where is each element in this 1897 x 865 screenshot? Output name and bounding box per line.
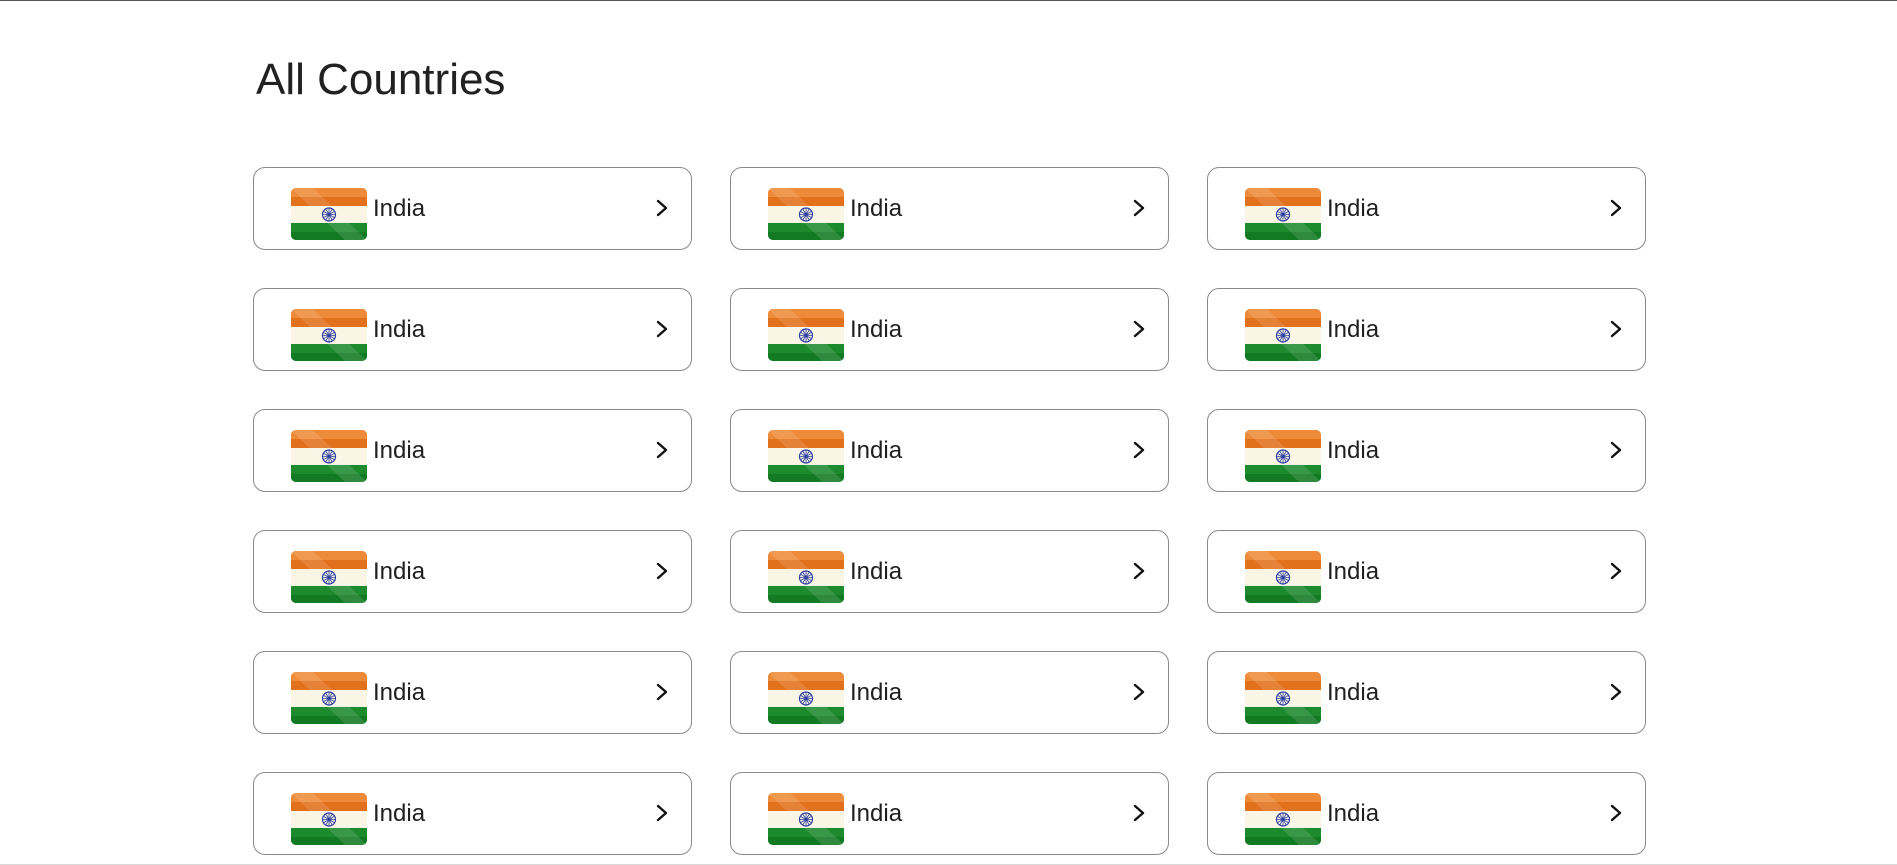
india-flag-icon xyxy=(291,793,367,845)
country-card[interactable]: India xyxy=(1207,530,1646,613)
chevron-right-icon[interactable] xyxy=(1128,680,1150,704)
india-flag-icon xyxy=(291,551,367,603)
countries-page: All Countries India India India India In… xyxy=(0,0,1897,865)
country-name: India xyxy=(373,800,426,827)
country-card[interactable]: India xyxy=(1207,167,1646,250)
chevron-right-icon[interactable] xyxy=(1128,196,1150,220)
country-card[interactable]: India xyxy=(1207,651,1646,734)
country-name: India xyxy=(373,195,426,222)
india-flag-icon xyxy=(768,188,844,240)
country-name: India xyxy=(850,316,903,343)
country-name: India xyxy=(850,437,903,464)
country-card[interactable]: India xyxy=(730,530,1169,613)
chevron-right-icon[interactable] xyxy=(651,801,673,825)
country-card[interactable]: India xyxy=(730,167,1169,250)
chevron-right-icon[interactable] xyxy=(651,559,673,583)
country-grid: India India India India India India Indi… xyxy=(253,167,1646,855)
chevron-right-icon[interactable] xyxy=(1605,438,1627,462)
country-name: India xyxy=(850,558,903,585)
india-flag-icon xyxy=(291,188,367,240)
country-card[interactable]: India xyxy=(253,409,692,492)
country-card[interactable]: India xyxy=(730,772,1169,855)
india-flag-icon xyxy=(1245,309,1321,361)
chevron-right-icon[interactable] xyxy=(1128,317,1150,341)
country-name: India xyxy=(1327,316,1380,343)
chevron-right-icon[interactable] xyxy=(1605,680,1627,704)
chevron-right-icon[interactable] xyxy=(1128,438,1150,462)
country-name: India xyxy=(1327,437,1380,464)
india-flag-icon xyxy=(768,551,844,603)
country-name: India xyxy=(1327,195,1380,222)
country-card[interactable]: India xyxy=(730,651,1169,734)
country-card[interactable]: India xyxy=(253,772,692,855)
country-name: India xyxy=(850,195,903,222)
country-card[interactable]: India xyxy=(1207,288,1646,371)
chevron-right-icon[interactable] xyxy=(651,438,673,462)
chevron-right-icon[interactable] xyxy=(1605,196,1627,220)
india-flag-icon xyxy=(1245,188,1321,240)
india-flag-icon xyxy=(291,309,367,361)
country-name: India xyxy=(850,800,903,827)
country-card[interactable]: India xyxy=(1207,409,1646,492)
chevron-right-icon[interactable] xyxy=(651,317,673,341)
india-flag-icon xyxy=(768,793,844,845)
country-name: India xyxy=(1327,558,1380,585)
country-name: India xyxy=(373,679,426,706)
country-card[interactable]: India xyxy=(253,651,692,734)
chevron-right-icon[interactable] xyxy=(1605,801,1627,825)
country-card[interactable]: India xyxy=(253,288,692,371)
chevron-right-icon[interactable] xyxy=(651,680,673,704)
india-flag-icon xyxy=(1245,793,1321,845)
india-flag-icon xyxy=(291,672,367,724)
india-flag-icon xyxy=(1245,672,1321,724)
country-card[interactable]: India xyxy=(730,288,1169,371)
country-name: India xyxy=(1327,679,1380,706)
india-flag-icon xyxy=(768,309,844,361)
india-flag-icon xyxy=(291,430,367,482)
country-name: India xyxy=(373,437,426,464)
india-flag-icon xyxy=(1245,430,1321,482)
country-card[interactable]: India xyxy=(730,409,1169,492)
chevron-right-icon[interactable] xyxy=(1128,801,1150,825)
india-flag-icon xyxy=(768,430,844,482)
india-flag-icon xyxy=(768,672,844,724)
country-card[interactable]: India xyxy=(253,530,692,613)
country-name: India xyxy=(373,316,426,343)
india-flag-icon xyxy=(1245,551,1321,603)
country-name: India xyxy=(373,558,426,585)
country-name: India xyxy=(1327,800,1380,827)
country-card[interactable]: India xyxy=(1207,772,1646,855)
chevron-right-icon[interactable] xyxy=(651,196,673,220)
page-title: All Countries xyxy=(256,55,506,104)
chevron-right-icon[interactable] xyxy=(1605,317,1627,341)
chevron-right-icon[interactable] xyxy=(1128,559,1150,583)
country-name: India xyxy=(850,679,903,706)
chevron-right-icon[interactable] xyxy=(1605,559,1627,583)
top-divider xyxy=(0,0,1897,1)
country-card[interactable]: India xyxy=(253,167,692,250)
